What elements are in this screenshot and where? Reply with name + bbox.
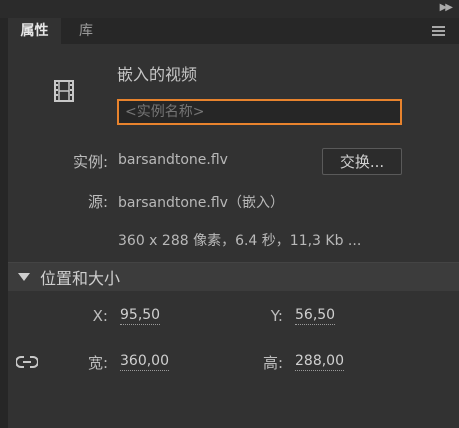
width-label: 宽: xyxy=(87,354,108,372)
x-value-field[interactable]: 95,50 xyxy=(120,307,161,325)
instance-name-input[interactable] xyxy=(117,99,402,125)
tab-library[interactable]: 库 xyxy=(71,18,101,44)
position-size-section-header[interactable]: 位置和大小 xyxy=(8,263,459,291)
y-value-field[interactable]: 56,50 xyxy=(295,307,336,325)
height-label: 高: xyxy=(262,354,283,372)
instance-value: barsandtone.flv xyxy=(118,152,228,168)
swap-button[interactable]: 交换... xyxy=(322,148,402,175)
x-label: X: xyxy=(92,307,108,325)
video-meta-info: 360 x 288 像素，6.4 秒，11,3 Kb ... xyxy=(118,233,362,249)
collapse-arrows-icon[interactable]: ▶▶ xyxy=(440,2,453,13)
source-label: 源: xyxy=(87,193,108,211)
panel-top-bar: ▶▶ xyxy=(0,0,459,18)
y-label: Y: xyxy=(270,307,283,325)
instance-type-label: 嵌入的视频 xyxy=(117,65,198,84)
tab-properties[interactable]: 属性 xyxy=(8,18,61,44)
panel-tab-bar: 属性 库 xyxy=(8,18,459,44)
panel-menu-icon[interactable] xyxy=(432,26,445,36)
section-collapse-icon[interactable] xyxy=(18,273,30,281)
height-value-field[interactable]: 288,00 xyxy=(295,353,344,371)
left-edge-strip xyxy=(0,18,8,428)
source-value: barsandtone.flv（嵌入） xyxy=(118,195,284,211)
width-value-field[interactable]: 360,00 xyxy=(120,353,169,371)
link-constraint-icon[interactable] xyxy=(15,354,39,374)
instance-label: 实例: xyxy=(72,153,108,171)
film-icon xyxy=(53,80,75,106)
section-title: 位置和大小 xyxy=(40,269,121,288)
